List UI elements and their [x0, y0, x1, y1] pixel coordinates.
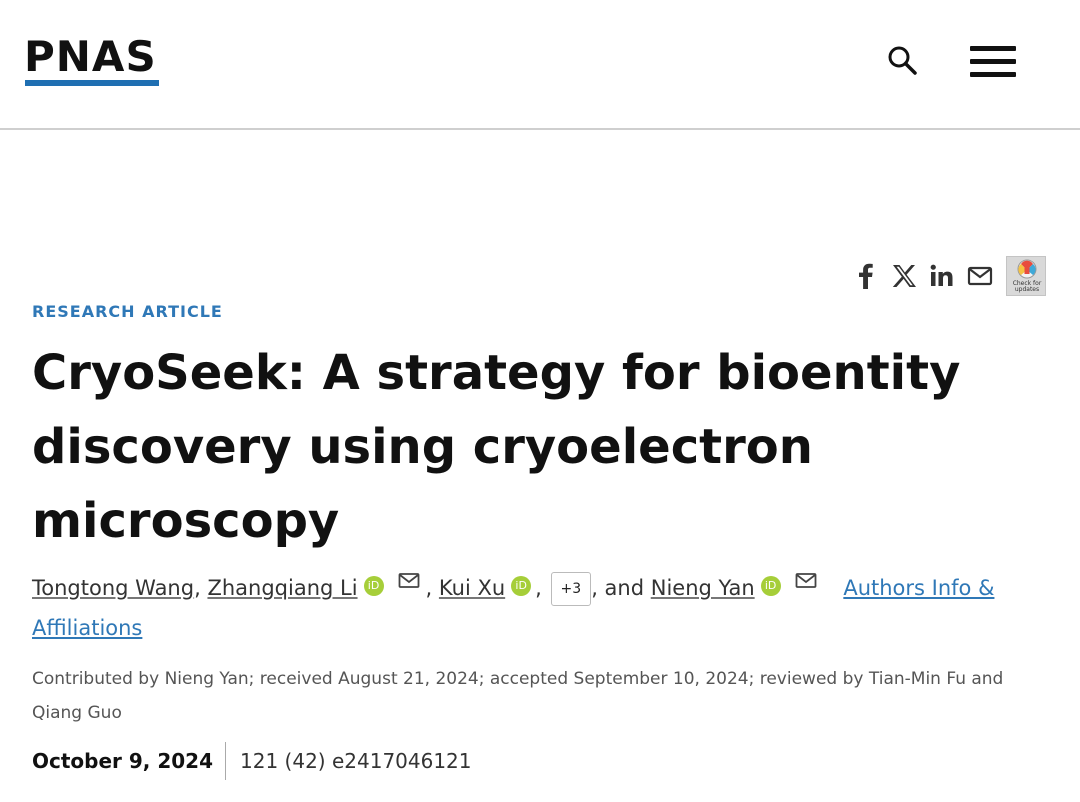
share-x-button[interactable] — [890, 262, 918, 290]
orcid-icon[interactable]: iD — [760, 576, 781, 596]
author-and-separator: , and — [591, 576, 645, 600]
linkedin-icon — [930, 264, 953, 286]
orcid-icon[interactable]: iD — [363, 576, 384, 596]
publication-date: October 9, 2024 — [32, 749, 214, 773]
facebook-icon — [859, 263, 873, 289]
email-icon[interactable] — [398, 571, 420, 591]
article-title: CryoSeek: A strategy for bioentity disco… — [32, 345, 961, 549]
share-toolbar: Check for updates — [850, 256, 1050, 296]
crossmark-label: Check for updates — [1012, 280, 1042, 293]
share-facebook-button[interactable] — [852, 262, 880, 290]
article-history: Contributed by Nieng Yan; received Augus… — [32, 669, 1004, 723]
logo-underline — [25, 80, 159, 86]
email-icon — [967, 266, 993, 286]
search-icon — [888, 46, 917, 75]
author-link[interactable]: Nieng Yan — [651, 576, 755, 600]
site-header: PNAS — [0, 0, 1080, 130]
logo-text: PNAS — [24, 32, 157, 81]
author-link[interactable]: Zhangqiang Li — [207, 576, 357, 600]
author-link[interactable]: Kui Xu — [439, 576, 505, 600]
author-list: Tongtong Wang, Zhangqiang Li iD, Kui Xu iD… — [32, 568, 1032, 648]
author-separator: , — [194, 576, 201, 600]
share-linkedin-button[interactable] — [928, 262, 956, 290]
volume-issue-info: 121 (42) e2417046121 — [240, 749, 472, 773]
email-icon[interactable] — [795, 571, 817, 591]
author-link[interactable]: Tongtong Wang — [32, 576, 194, 600]
author-separator: , — [425, 576, 433, 600]
share-email-button[interactable] — [966, 262, 994, 290]
main-menu-button[interactable] — [966, 42, 1020, 82]
crossmark-check-for-updates-button[interactable]: Check for updates — [1006, 256, 1046, 296]
pnas-logo[interactable]: PNAS — [24, 36, 160, 88]
orcid-icon[interactable]: iD — [511, 576, 532, 596]
author-separator: , — [535, 576, 542, 600]
show-more-authors-button[interactable]: +3 — [550, 572, 592, 606]
publication-info: October 9, 2024 121 (42) e2417046121 — [32, 742, 472, 780]
x-icon — [892, 265, 916, 287]
search-button[interactable] — [884, 42, 920, 78]
crossmark-icon — [1017, 259, 1037, 279]
article-category: RESEARCH ARTICLE — [32, 302, 223, 321]
